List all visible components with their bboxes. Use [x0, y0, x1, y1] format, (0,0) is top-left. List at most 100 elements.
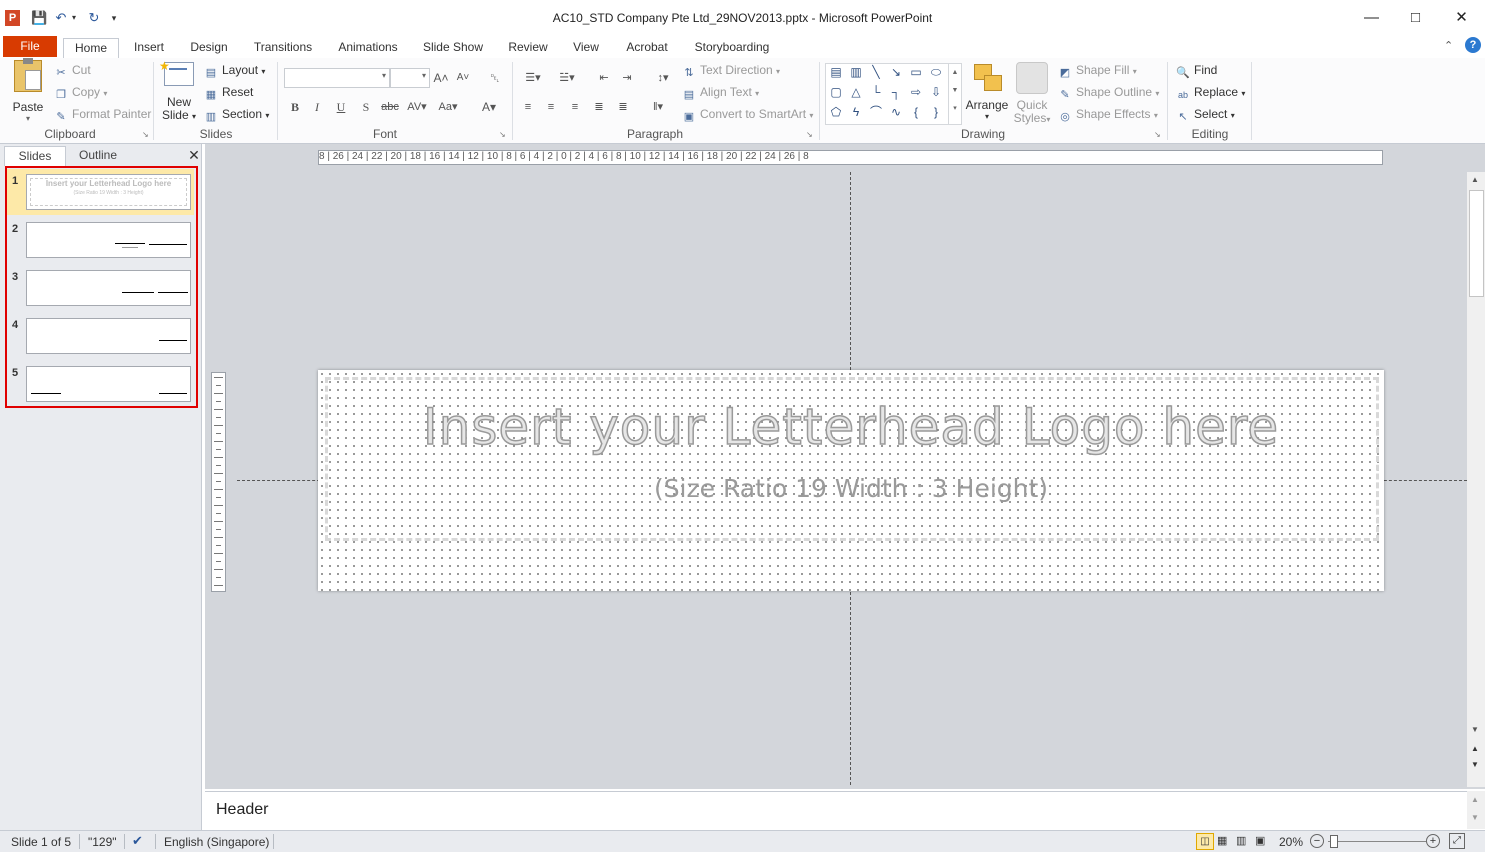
italic-icon[interactable]: I [309, 99, 325, 115]
reset-button[interactable]: ▦ Reset [204, 83, 254, 101]
down-arrow-shape-icon[interactable]: ⇩ [929, 85, 943, 99]
notes-scroll-up-icon[interactable]: ▲ [1471, 795, 1479, 804]
tab-design[interactable]: Design [184, 38, 234, 58]
align-center-icon[interactable]: ≡ [543, 100, 559, 114]
align-left-icon[interactable]: ≡ [520, 100, 536, 114]
font-color-icon[interactable]: A▾ [478, 99, 500, 115]
callout-shape-icon[interactable]: ⬠ [829, 105, 843, 119]
tab-outline[interactable]: Outline [68, 146, 128, 165]
clipboard-launcher-icon[interactable]: ↘ [142, 130, 149, 139]
justify-icon[interactable]: ≣ [591, 100, 607, 114]
tab-review[interactable]: Review [503, 38, 553, 58]
maximize-button[interactable]: □ [1393, 6, 1438, 30]
tab-file[interactable]: File [3, 36, 57, 57]
strikethrough-icon[interactable]: abc [380, 99, 400, 115]
tab-slide-show[interactable]: Slide Show [417, 38, 489, 58]
scroll-up-icon[interactable]: ▲ [1471, 175, 1479, 184]
close-button[interactable]: ✕ [1439, 6, 1484, 30]
font-launcher-icon[interactable]: ↘ [499, 130, 506, 139]
arrange-button[interactable]: Arrange ▾ [963, 60, 1011, 122]
slide-thumbnail-1[interactable]: 1 Insert your Letterhead Logo here (Size… [7, 169, 194, 215]
convert-smartart-button[interactable]: ▣ Convert to SmartArt ▾ [682, 105, 814, 123]
character-spacing-icon[interactable]: AV▾ [406, 99, 428, 115]
tab-slides[interactable]: Slides [4, 146, 66, 166]
shape-outline-button[interactable]: ✎ Shape Outline ▾ [1058, 83, 1159, 101]
tab-acrobat[interactable]: Acrobat [619, 38, 675, 58]
slide-subtitle-text[interactable]: (Size Ratio 19 Width : 3 Height) [318, 474, 1384, 503]
quick-styles-button[interactable]: Quick Styles▾ [1010, 60, 1054, 126]
notes-scroll-down-icon[interactable]: ▼ [1471, 813, 1479, 822]
drawing-launcher-icon[interactable]: ↘ [1154, 130, 1161, 139]
left-brace-shape-icon[interactable]: { [909, 105, 923, 119]
grow-font-icon[interactable]: A˄ [433, 70, 449, 86]
clear-formatting-icon[interactable]: ␡ [487, 70, 503, 86]
tab-storyboarding[interactable]: Storyboarding [688, 38, 776, 58]
oval-shape-icon[interactable]: ⬭ [929, 65, 943, 79]
align-right-icon[interactable]: ≡ [567, 100, 583, 114]
scrollbar-thumb[interactable] [1469, 190, 1484, 297]
cut-button[interactable]: ✂ Cut [54, 61, 90, 79]
reading-view-icon[interactable]: ▥ [1236, 834, 1246, 847]
normal-view-icon[interactable]: ◫ [1196, 833, 1214, 850]
fit-to-window-icon[interactable]: ⤢ [1449, 833, 1465, 849]
tab-animations[interactable]: Animations [333, 38, 403, 58]
zoom-in-icon[interactable]: + [1426, 834, 1440, 848]
font-size-combo[interactable]: ▾ [390, 68, 430, 88]
underline-icon[interactable]: U [333, 99, 349, 115]
slide-sorter-icon[interactable]: ▦ [1217, 834, 1227, 847]
previous-slide-icon[interactable]: ▲︎ [1471, 744, 1479, 753]
lightning-shape-icon[interactable]: ϟ [849, 105, 863, 119]
slide-thumbnail-4[interactable]: 4 [7, 313, 194, 359]
shrink-font-icon[interactable]: A˅ [455, 70, 471, 86]
notes-scrollbar[interactable]: ▲ ▼ [1467, 791, 1485, 829]
arrow-line-shape-icon[interactable]: ↘ [889, 65, 903, 79]
columns-icon[interactable]: ‖▾ [646, 100, 670, 114]
rounded-rect-shape-icon[interactable]: ▢ [829, 85, 843, 99]
tab-home[interactable]: Home [63, 38, 119, 60]
slide-thumbnail-2[interactable]: 2 [7, 217, 194, 263]
freeform-shape-icon[interactable]: ∿ [889, 105, 903, 119]
line-shape-icon[interactable]: ╲ [869, 65, 883, 79]
elbow-connector-shape-icon[interactable]: └ [869, 85, 883, 99]
section-button[interactable]: ▥ Section ▾ [204, 105, 270, 123]
shapes-gallery[interactable]: ▤ ▥ ╲ ↘ ▭ ⬭ ▢ △ └ ┐ ⇨ ⇩ ⬠ ϟ ⌒ ∿ { } ▲ ▼ ▾ [825, 63, 962, 125]
textbox-shape-icon[interactable]: ▤ [829, 65, 843, 79]
scroll-down-icon[interactable]: ▼ [1471, 725, 1479, 734]
new-slide-button[interactable]: ★ New Slide ▾ [158, 59, 200, 122]
bold-icon[interactable]: B [287, 99, 303, 115]
change-case-icon[interactable]: Aa▾ [436, 99, 460, 115]
close-pane-icon[interactable]: ✕ [187, 147, 201, 163]
language-indicator[interactable]: English (Singapore) [164, 835, 269, 849]
curve-shape-icon[interactable]: ⌒ [869, 105, 883, 119]
zoom-level[interactable]: 20% [1279, 835, 1303, 849]
tab-transitions[interactable]: Transitions [247, 38, 319, 58]
spell-check-icon[interactable]: ✔ [132, 833, 143, 849]
shadow-icon[interactable]: S [358, 99, 374, 115]
paste-dropdown-icon[interactable]: ▾ [8, 114, 48, 123]
shape-fill-button[interactable]: ◩ Shape Fill ▾ [1058, 61, 1137, 79]
replace-button[interactable]: ab Replace ▾ [1176, 83, 1245, 101]
decrease-indent-icon[interactable]: ⇤ [596, 71, 612, 85]
slide-title-text[interactable]: Insert your Letterhead Logo here [318, 397, 1384, 457]
slide[interactable]: Insert your Letterhead Logo here (Size R… [318, 370, 1384, 591]
minimize-ribbon-icon[interactable]: ⌃ [1444, 39, 1453, 52]
slide-thumbnail-3[interactable]: 3 [7, 265, 194, 311]
align-text-button[interactable]: ▤ Align Text ▾ [682, 83, 759, 101]
copy-button[interactable]: ❐ Copy ▾ [54, 83, 107, 101]
zoom-out-icon[interactable]: − [1310, 834, 1324, 848]
notes-text[interactable]: Header [216, 801, 268, 819]
find-button[interactable]: 🔍 Find [1176, 61, 1217, 79]
triangle-shape-icon[interactable]: △ [849, 85, 863, 99]
vertical-scrollbar[interactable]: ▲ ▼ ▲︎ ▼ [1467, 172, 1485, 787]
line-spacing-icon[interactable]: ↕▾ [652, 71, 674, 85]
rectangle-shape-icon[interactable]: ▭ [909, 65, 923, 79]
zoom-slider[interactable] [1328, 835, 1426, 848]
next-slide-icon[interactable]: ▼ [1471, 760, 1479, 769]
slide-show-icon[interactable]: ▣ [1255, 834, 1265, 847]
notes-pane[interactable]: Header [205, 791, 1467, 828]
shapes-scroll-icon[interactable]: ▲ ▼ ▾ [948, 64, 961, 124]
numbering-icon[interactable]: ☱▾ [554, 71, 580, 85]
minimize-button[interactable]: — [1349, 6, 1394, 30]
tab-insert[interactable]: Insert [126, 38, 172, 58]
right-arrow-shape-icon[interactable]: ⇨ [909, 85, 923, 99]
